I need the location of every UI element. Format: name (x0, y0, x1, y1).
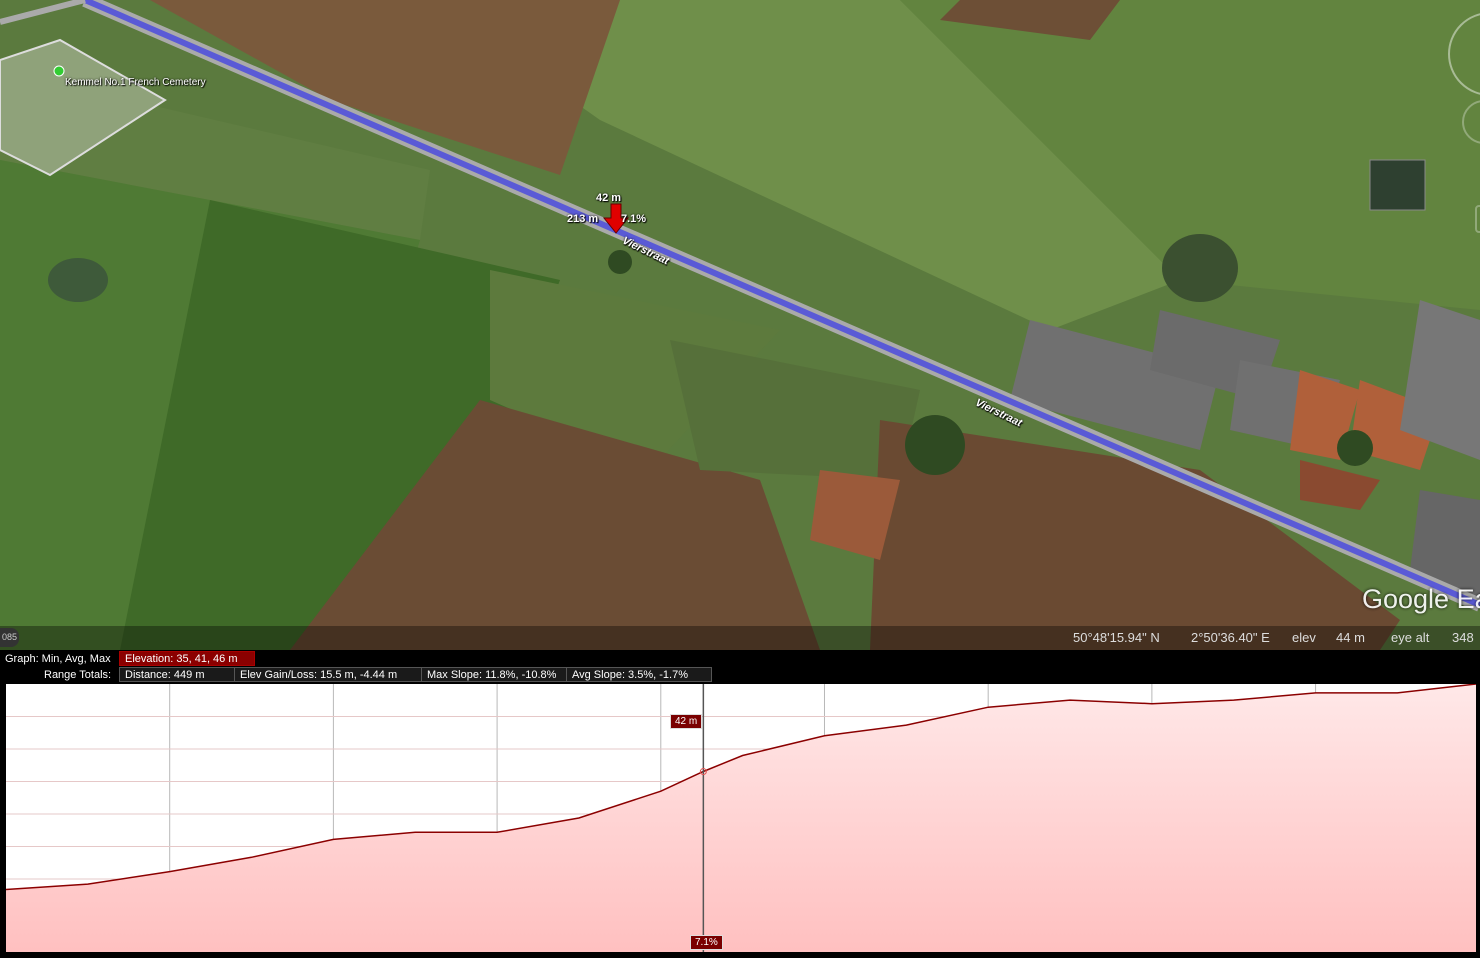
eye-alt-label: eye alt (1391, 630, 1430, 645)
map-view[interactable]: Kemmel No.1 French Cemetery Vierstraat V… (0, 0, 1480, 650)
gain-loss-stat: Elev Gain/Loss: 15.5 m, -4.44 m (234, 667, 422, 682)
google-earth-logo: Google Ea (1362, 584, 1480, 614)
elevation-profile-stats: Graph: Min, Avg, Max Elevation: 35, 41, … (0, 650, 1480, 686)
elevation-stat[interactable]: Elevation: 35, 41, 46 m (119, 651, 255, 666)
place-label[interactable]: Kemmel No.1 French Cemetery (65, 77, 206, 88)
status-bar: 50°48'15.94" N 2°50'36.40" E elev 44 m e… (0, 626, 1480, 650)
marker-slope: 7.1% (621, 213, 647, 225)
place-pin-icon (53, 65, 65, 77)
zoom-slider-icon[interactable] (1475, 205, 1480, 233)
scroll-counter: 085 (0, 628, 19, 647)
elevation-chart[interactable] (0, 684, 1480, 958)
latitude: 50°48'15.94" N (1073, 630, 1160, 645)
cursor-elevation-tag: 42 m (670, 714, 703, 729)
longitude: 2°50'36.40" E (1191, 630, 1270, 645)
marker-elevation: 42 m (596, 192, 622, 204)
elev-label: elev (1292, 630, 1316, 645)
range-label: Range Totals: (44, 669, 112, 681)
elev-value: 44 m (1336, 630, 1365, 645)
distance-stat: Distance: 449 m (119, 667, 235, 682)
graph-label: Graph: Min, Avg, Max (5, 653, 111, 665)
cursor-slope-tag: 7.1% (690, 935, 723, 950)
marker-distance: 213 m (567, 213, 599, 225)
eye-alt-value: 348 (1452, 630, 1474, 645)
max-slope-stat: Max Slope: 11.8%, -10.8% (421, 667, 567, 682)
elevation-profile-graph[interactable]: 42 m 7.1% (0, 684, 1480, 958)
satellite-imagery (0, 0, 1480, 650)
avg-slope-stat: Avg Slope: 3.5%, -1.7% (566, 667, 712, 682)
